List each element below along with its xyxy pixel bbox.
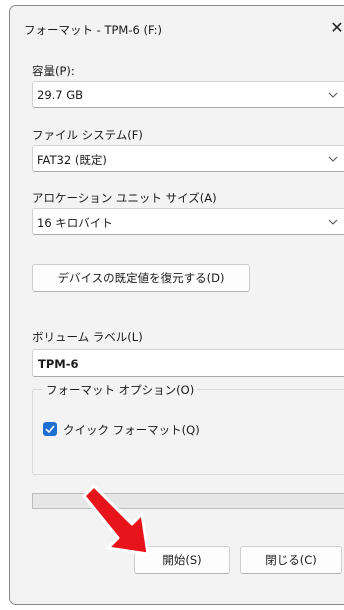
chevron-down-icon	[328, 156, 338, 162]
file-system-label: ファイル システム(F)	[32, 128, 143, 142]
allocation-size-value: 16 キロバイト	[37, 216, 113, 230]
capacity-dropdown[interactable]: 29.7 GB	[32, 81, 344, 108]
red-arrow-icon	[82, 484, 150, 556]
quick-format-label: クイック フォーマット(Q)	[63, 423, 200, 437]
file-system-value: FAT32 (既定)	[37, 153, 107, 167]
progress-bar	[32, 493, 344, 509]
quick-format-checkbox[interactable]	[43, 422, 57, 436]
window-title: フォーマット - TPM-6 (F:)	[24, 23, 163, 37]
restore-defaults-button[interactable]: デバイスの既定値を復元する(D)	[32, 264, 250, 292]
capacity-label: 容量(P):	[32, 64, 75, 78]
title-bar: フォーマット - TPM-6 (F:) ✕	[10, 6, 344, 50]
chevron-down-icon	[328, 92, 338, 98]
format-options-legend: フォーマット オプション(O)	[43, 382, 198, 398]
checkmark-icon	[45, 425, 55, 434]
format-dialog: フォーマット - TPM-6 (F:) ✕ 容量(P): 29.7 GB ファイ…	[9, 5, 344, 605]
format-options-group: フォーマット オプション(O) クイック フォーマット(Q)	[32, 382, 344, 475]
file-system-dropdown[interactable]: FAT32 (既定)	[32, 145, 344, 172]
chevron-down-icon	[328, 219, 338, 225]
allocation-size-label: アロケーション ユニット サイズ(A)	[32, 191, 217, 205]
volume-label-field[interactable]: TPM-6	[32, 349, 344, 377]
volume-label-value: TPM-6	[38, 357, 79, 371]
allocation-size-dropdown[interactable]: 16 キロバイト	[32, 208, 344, 235]
capacity-value: 29.7 GB	[37, 88, 84, 102]
volume-label-label: ボリューム ラベル(L)	[32, 330, 143, 344]
close-button[interactable]: 閉じる(C)	[240, 546, 342, 574]
close-icon[interactable]: ✕	[325, 16, 344, 40]
